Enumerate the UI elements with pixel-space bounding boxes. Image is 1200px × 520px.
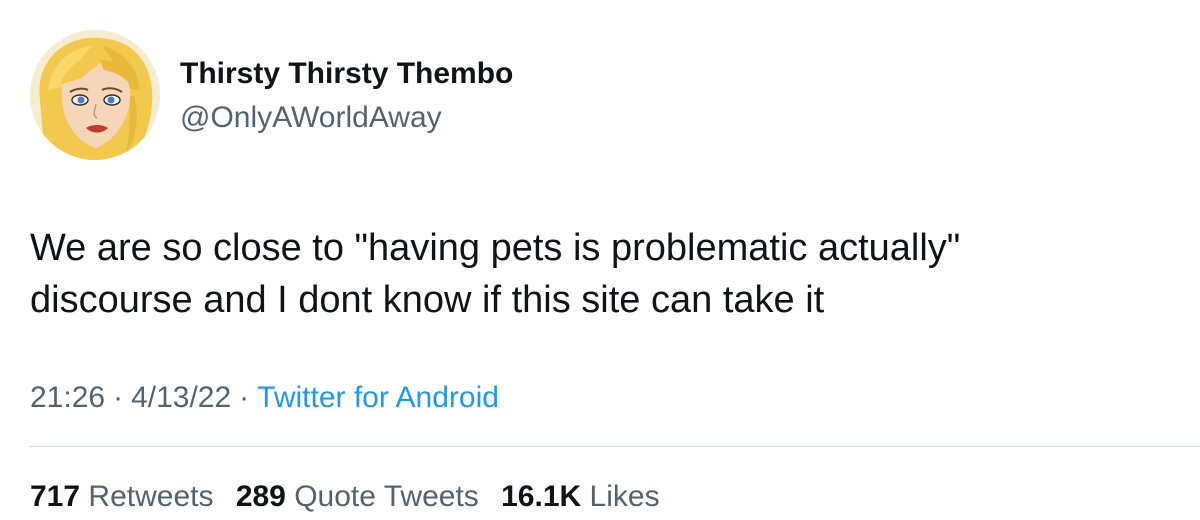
separator-dot: · (239, 381, 250, 414)
retweets-stat[interactable]: 717 Retweets (30, 480, 213, 513)
tweet-text-line: We are so close to "having pets is probl… (30, 227, 961, 269)
tweet-card: Thirsty Thirsty Thembo @OnlyAWorldAway W… (0, 0, 1200, 520)
likes-stat[interactable]: 16.1K Likes (501, 480, 659, 513)
tweet-date[interactable]: 4/13/22 (131, 381, 231, 414)
quote-tweets-label: Quote Tweets (294, 480, 479, 513)
quote-tweets-count: 289 (235, 480, 286, 513)
avatar[interactable] (30, 30, 160, 160)
likes-label: Likes (589, 480, 660, 513)
user-handle[interactable]: @OnlyAWorldAway (180, 100, 442, 136)
quote-tweets-stat[interactable]: 289 Quote Tweets (236, 480, 479, 513)
tweet-text-line: discourse and I dont know if this site c… (30, 279, 825, 321)
avatar-portrait-icon (30, 30, 160, 160)
retweets-label: Retweets (88, 480, 214, 513)
retweets-count: 717 (30, 480, 81, 513)
tweet-source-link[interactable]: Twitter for Android (257, 381, 499, 414)
display-name[interactable]: Thirsty Thirsty Thembo (180, 56, 513, 92)
divider (30, 446, 1200, 447)
separator-dot: · (113, 381, 124, 414)
tweet-text: We are so close to "having pets is probl… (30, 222, 1170, 326)
tweet-time[interactable]: 21:26 (30, 381, 105, 414)
engagement-stats: 717 Retweets 289 Quote Tweets 16.1K Like… (30, 478, 674, 516)
tweet-metadata: 21:26 · 4/13/22 · Twitter for Android (30, 378, 499, 418)
likes-count: 16.1K (501, 480, 582, 513)
